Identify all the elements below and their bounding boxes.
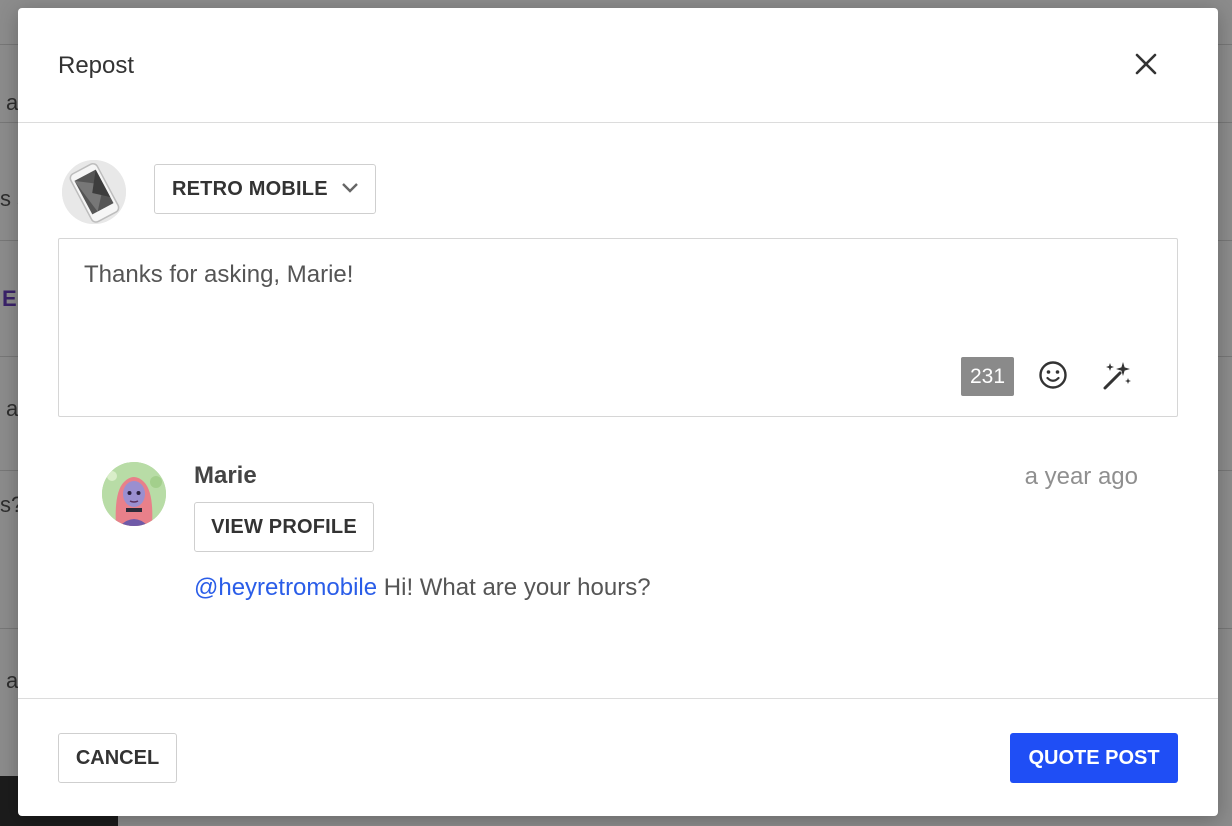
close-button[interactable] xyxy=(1130,48,1162,80)
repost-dialog: Repost RETRO MOBILE Thanks for asking, M… xyxy=(18,8,1218,816)
account-avatar xyxy=(62,160,126,224)
quoted-post-text: @heyretromobile Hi! What are your hours? xyxy=(194,574,651,602)
account-selector[interactable]: RETRO MOBILE xyxy=(154,164,376,214)
avatar-image xyxy=(102,462,166,526)
emoji-icon xyxy=(1039,361,1067,389)
emoji-button[interactable] xyxy=(1035,357,1071,393)
magic-wand-icon xyxy=(1103,362,1131,390)
quote-post-button[interactable]: QUOTE POST xyxy=(1010,733,1178,783)
dialog-footer: CANCEL QUOTE POST xyxy=(18,698,1218,816)
post-timestamp: a year ago xyxy=(1024,463,1138,490)
cancel-button[interactable]: CANCEL xyxy=(58,733,177,783)
close-icon xyxy=(1135,53,1157,75)
account-selector-label: RETRO MOBILE xyxy=(172,177,328,200)
post-body-text: Hi! What are your hours? xyxy=(377,574,651,601)
character-counter: 231 xyxy=(961,357,1014,396)
author-name[interactable]: Marie xyxy=(194,462,257,490)
magic-wand-button[interactable] xyxy=(1099,357,1135,393)
dialog-title: Repost xyxy=(58,52,135,79)
comment-input[interactable]: Thanks for asking, Marie! xyxy=(84,261,1154,289)
view-profile-button[interactable]: VIEW PROFILE xyxy=(194,502,374,552)
dialog-header: Repost xyxy=(18,8,1218,123)
mention-link[interactable]: @heyretromobile xyxy=(194,574,377,601)
phone-image xyxy=(62,160,126,224)
comment-composer: Thanks for asking, Marie! 231 xyxy=(58,238,1178,417)
author-avatar[interactable] xyxy=(102,462,166,526)
chevron-down-icon xyxy=(342,183,358,193)
